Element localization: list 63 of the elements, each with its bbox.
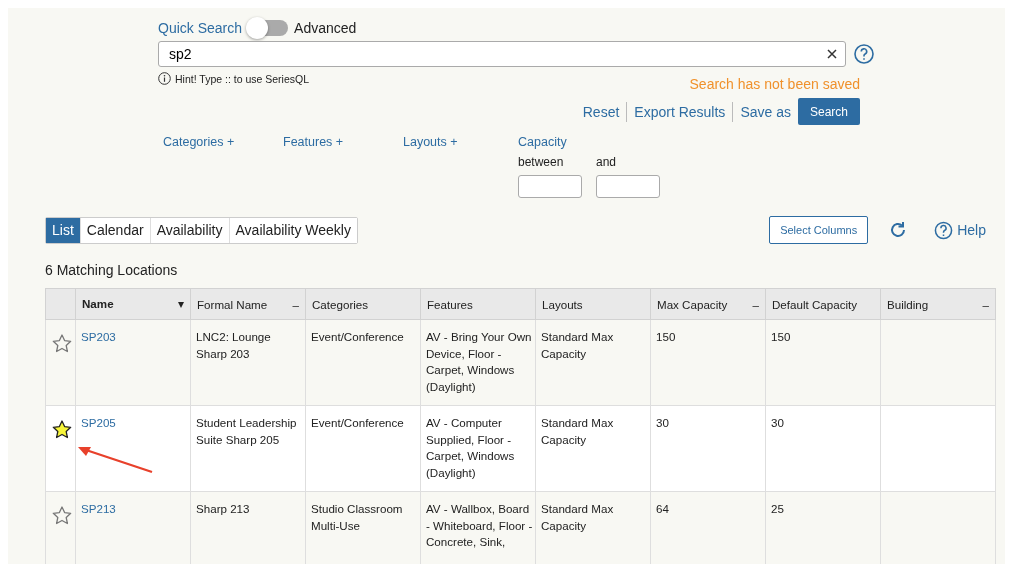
table-cell: LNC2: Lounge Sharp 203	[196, 330, 271, 360]
table-row[interactable]: SP205 Student Leadership Suite Sharp 205 Event/Conference AV - Computer Supplied, Floor - Carpet, Windows (Daylight) Standard Max Capacity 30 30	[45, 405, 996, 492]
between-label: between	[518, 155, 565, 169]
table-cell: Standard Max Capacity	[541, 416, 614, 446]
table-row[interactable]: SP203 LNC2: Lounge Sharp 203 Event/Conference AV - Bring Your Own Device, Floor - Carpet, Windows (Daylight) Standard Max Capacity 150 150	[45, 319, 996, 406]
quick-search-label[interactable]: Quick Search	[158, 20, 243, 36]
column-header[interactable]: Default Capacity	[765, 288, 881, 320]
column-header[interactable]: Formal Name –	[190, 288, 306, 320]
select-columns-button[interactable]: Select Columns	[769, 216, 869, 244]
star-icon[interactable]	[52, 506, 72, 525]
table-cell: AV - Wallbox, Board - Whiteboard, Floor - Concrete, Sink,	[426, 502, 533, 548]
column-header[interactable]: Categories	[305, 288, 421, 320]
search-field[interactable]: sp2	[158, 41, 846, 67]
table-cell: Standard Max Capacity	[541, 502, 614, 532]
result-count: 6 Matching Locations	[45, 262, 179, 278]
search-button[interactable]: Search	[797, 98, 860, 125]
view-tab[interactable]: List	[46, 217, 80, 243]
column-header[interactable]: Name ▾	[75, 288, 191, 320]
star-icon[interactable]	[52, 334, 72, 353]
table-cell: 25	[771, 502, 784, 515]
help-link[interactable]: Help	[957, 222, 986, 238]
save-status: Search has not been saved	[689, 76, 860, 92]
location-link[interactable]: SP203	[81, 330, 116, 343]
filter-toggle[interactable]: Features +	[283, 135, 403, 149]
advanced-label: Advanced	[294, 20, 357, 36]
column-header[interactable]: Max Capacity –	[650, 288, 766, 320]
view-tab[interactable]: Availability Weekly	[228, 217, 357, 243]
clear-icon[interactable]	[827, 49, 837, 59]
table-cell: AV - Bring Your Own Device, Floor - Carpet, Windows (Daylight)	[426, 330, 532, 393]
min-capacity-field[interactable]	[518, 175, 582, 198]
location-link[interactable]: SP213	[81, 502, 116, 515]
table-cell: 150	[656, 330, 676, 343]
filter-toggle[interactable]: Categories +	[163, 135, 283, 149]
hint-text: Hint! Type :: to use SeriesQL	[175, 72, 310, 85]
table-cell: 30	[656, 416, 669, 429]
table-cell: Standard Max Capacity	[541, 330, 614, 360]
column-header[interactable]: Building –	[880, 288, 996, 320]
star-icon[interactable]	[52, 420, 72, 439]
info-icon	[158, 72, 171, 85]
table-cell: Event/Conference	[311, 330, 404, 343]
table-cell: Studio Classroom Multi-Use	[311, 502, 403, 532]
action-link[interactable]: Export Results	[634, 103, 726, 120]
table-cell: 150	[771, 330, 791, 343]
table-row[interactable]: SP213 Sharp 213 Studio Classroom Multi-Use AV - Wallbox, Board - Whiteboard, Floor - Concrete, Sink, Standard Max Capacity 64 25	[45, 491, 996, 564]
table-cell: Sharp 213	[196, 502, 250, 515]
table-cell: 64	[656, 502, 669, 515]
table-cell: 30	[771, 416, 784, 429]
advanced-toggle[interactable]	[248, 20, 289, 36]
action-link[interactable]: Save as	[740, 103, 791, 120]
column-header[interactable]: Features	[420, 288, 536, 320]
column-header[interactable]: Layouts	[535, 288, 651, 320]
action-link[interactable]: Reset	[582, 103, 620, 120]
help-icon[interactable]	[934, 220, 954, 240]
help-icon[interactable]	[854, 44, 874, 64]
table-cell: Event/Conference	[311, 416, 404, 429]
table-cell: AV - Computer Supplied, Floor - Carpet, Windows (Daylight)	[426, 416, 515, 479]
table-cell: Student Leadership Suite Sharp 205	[196, 416, 297, 446]
max-capacity-field[interactable]	[596, 175, 660, 198]
and-label: and	[596, 155, 618, 169]
location-link[interactable]: SP205	[81, 416, 116, 429]
header-cell	[45, 288, 76, 320]
filter-toggle[interactable]: Layouts +	[403, 135, 518, 149]
capacity-label: Capacity	[518, 135, 568, 149]
